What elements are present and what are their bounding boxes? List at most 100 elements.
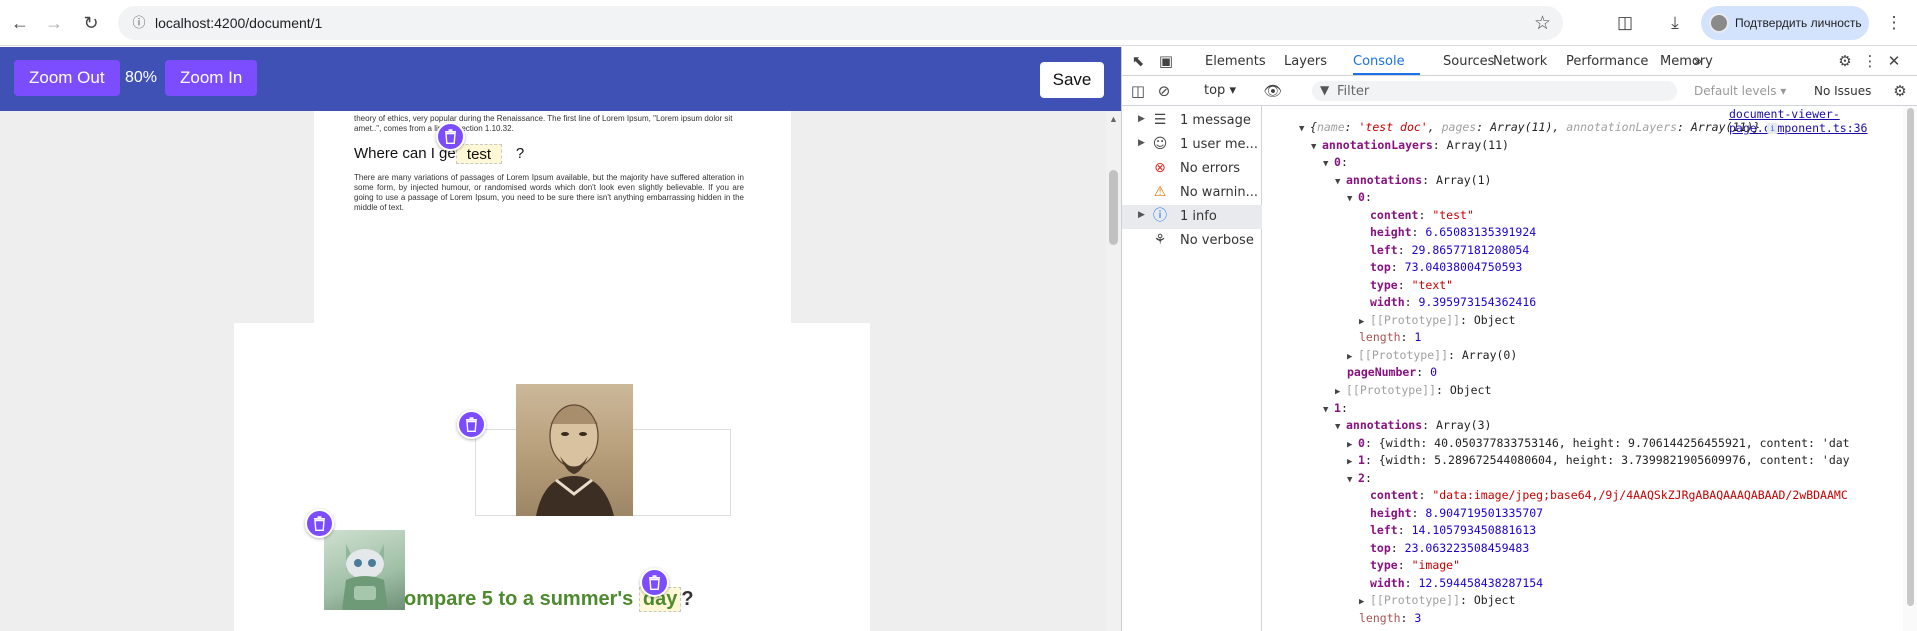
info-icon: ⓘ: [1153, 208, 1167, 224]
expand-arrow-icon[interactable]: ▶: [1359, 317, 1370, 327]
console-scrollbar[interactable]: [1903, 106, 1917, 631]
url-text[interactable]: localhost:4200/document/1: [155, 15, 322, 31]
shakespeare-portrait-image[interactable]: [516, 384, 633, 516]
expand-arrow-icon[interactable]: ▶: [1335, 387, 1346, 397]
expand-arrow-icon[interactable]: ▶: [1347, 352, 1358, 362]
tree-row: type: "image": [1370, 558, 1461, 572]
profile-button[interactable]: Подтвердить личность: [1701, 6, 1869, 40]
tree-row[interactable]: ▼ annotationLayers: Array(11): [1311, 138, 1509, 152]
sidebar-item-verbose[interactable]: ⚘ No verbose: [1122, 229, 1262, 253]
tree-row[interactable]: ▶ [[Prototype]]: Object: [1359, 593, 1515, 607]
sidebar-item-label: 1 info: [1180, 209, 1217, 224]
expand-arrow-icon[interactable]: ▶: [1138, 210, 1145, 220]
tree-row[interactable]: ▼ 1:: [1323, 401, 1348, 415]
collapse-arrow-icon[interactable]: ▼: [1335, 422, 1346, 432]
collapse-arrow-icon[interactable]: ▼: [1299, 124, 1310, 134]
collapse-arrow-icon[interactable]: ▼: [1347, 194, 1358, 204]
close-devtools-icon[interactable]: ✕: [1884, 51, 1904, 71]
reload-icon[interactable]: ↻: [79, 11, 103, 35]
more-tabs-icon[interactable]: »: [1688, 51, 1708, 71]
delete-annotation-button[interactable]: [640, 568, 669, 597]
tab-console[interactable]: Console: [1353, 54, 1405, 69]
viewer-scrollbar[interactable]: ▲: [1106, 112, 1121, 631]
sidebar-item-label: 1 message: [1180, 113, 1251, 128]
forward-icon[interactable]: →: [42, 11, 66, 35]
tree-row[interactable]: ▼ annotations: Array(1): [1335, 173, 1491, 187]
chrome-menu-icon[interactable]: ⋮: [1882, 11, 1906, 35]
console-toolbar: ◫ ⊘ top ▾ 👁 ▼ Filter Default levels ▾ No…: [1122, 76, 1917, 106]
sidebar-item-warnings[interactable]: ⚠ No warnin...: [1122, 181, 1262, 205]
clear-console-icon[interactable]: ⊘: [1154, 81, 1174, 101]
sidebar-toggle-icon[interactable]: ◫: [1128, 81, 1148, 101]
document-viewport[interactable]: theory of ethics, very popular during th…: [0, 111, 1121, 631]
sidebar-item-info[interactable]: ▶ ⓘ 1 info: [1122, 205, 1262, 229]
console-output[interactable]: document-viewer-page.component.ts:36 ▼ {n…: [1263, 106, 1903, 631]
console-scroll-thumb[interactable]: [1907, 108, 1914, 606]
zoom-in-button[interactable]: Zoom In: [165, 60, 258, 96]
scroll-up-icon[interactable]: ▲: [1109, 114, 1118, 124]
collapse-arrow-icon[interactable]: ▼: [1347, 475, 1358, 485]
expand-arrow-icon[interactable]: ▶: [1138, 138, 1145, 148]
trash-icon: [466, 417, 477, 432]
viewer-scroll-thumb[interactable]: [1109, 170, 1118, 245]
delete-annotation-button[interactable]: [457, 410, 486, 439]
save-button[interactable]: Save: [1040, 62, 1104, 98]
bookmark-star-icon[interactable]: ☆: [1534, 12, 1551, 35]
sidebar-item-errors[interactable]: ⊗ No errors: [1122, 157, 1262, 181]
live-expression-eye-icon[interactable]: 👁: [1263, 81, 1283, 101]
tree-row[interactable]: ▶ 1: {width: 5.289672544080604, height: 3…: [1347, 453, 1850, 467]
tree-row[interactable]: ▶ [[Prototype]]: Array(0): [1347, 348, 1517, 362]
info-badge-icon[interactable]: i: [1767, 123, 1779, 134]
tree-row[interactable]: ▼ 2:: [1347, 471, 1372, 485]
expand-arrow-icon[interactable]: ▶: [1138, 114, 1145, 124]
tab-elements[interactable]: Elements: [1205, 54, 1266, 69]
devtools-menu-icon[interactable]: ⋮: [1860, 51, 1880, 71]
expand-arrow-icon[interactable]: ▶: [1347, 440, 1358, 450]
collapse-arrow-icon[interactable]: ▼: [1311, 142, 1322, 152]
tab-network[interactable]: Network: [1493, 54, 1547, 69]
tree-row[interactable]: ▼ annotations: Array(3): [1335, 418, 1491, 432]
text-annotation[interactable]: test: [456, 144, 502, 164]
sidebar-item-messages[interactable]: ▶ ☰ 1 message: [1122, 109, 1262, 133]
tab-performance[interactable]: Performance: [1566, 54, 1648, 69]
device-toolbar-icon[interactable]: ▣: [1156, 51, 1176, 71]
extensions-icon[interactable]: ◫: [1613, 11, 1637, 35]
sidebar-item-user-messages[interactable]: ▶ ☺ 1 user me...: [1122, 133, 1262, 157]
tree-row[interactable]: ▶ [[Prototype]]: Object: [1335, 383, 1491, 397]
console-filter-input[interactable]: ▼ Filter: [1312, 81, 1677, 101]
site-info-icon[interactable]: ⓘ: [131, 15, 147, 31]
back-icon[interactable]: ←: [8, 11, 32, 35]
inspect-element-icon[interactable]: ⬉: [1128, 51, 1148, 71]
cat-image-annotation[interactable]: [324, 530, 405, 610]
issues-counter[interactable]: No Issues: [1814, 84, 1871, 98]
context-selector[interactable]: top ▾: [1204, 83, 1236, 98]
document-page-1: theory of ethics, very popular during th…: [314, 111, 791, 323]
address-bar[interactable]: ⓘ localhost:4200/document/1 ☆: [118, 6, 1563, 40]
expand-arrow-icon[interactable]: ▶: [1347, 457, 1358, 467]
page1-heading-tail: ?: [515, 145, 525, 162]
log-object-summary[interactable]: ▼ {name: 'test doc', pages: Array(11), an…: [1299, 120, 1779, 134]
collapse-arrow-icon[interactable]: ▼: [1323, 159, 1334, 169]
tree-row[interactable]: ▶ [[Prototype]]: Object: [1359, 313, 1515, 327]
tab-sources[interactable]: Sources: [1443, 54, 1494, 69]
filter-icon: ▼: [1320, 83, 1330, 97]
tree-row[interactable]: ▼ 0:: [1347, 190, 1372, 204]
delete-annotation-button[interactable]: [436, 122, 465, 151]
collapse-arrow-icon[interactable]: ▼: [1323, 405, 1334, 415]
console-sidebar: ▶ ☰ 1 message ▶ ☺ 1 user me... ⊗ No erro…: [1122, 106, 1262, 631]
zoom-out-button[interactable]: Zoom Out: [14, 60, 120, 96]
tab-layers[interactable]: Layers: [1284, 54, 1327, 69]
console-settings-icon[interactable]: ⚙: [1890, 81, 1910, 101]
tree-row: left: 29.86577181208054: [1370, 243, 1530, 257]
tree-row: height: 6.65083135391924: [1370, 225, 1537, 239]
tree-row: width: 9.395973154362416: [1370, 295, 1537, 309]
download-icon[interactable]: ⤓: [1663, 11, 1687, 35]
tree-row[interactable]: ▼ 0:: [1323, 155, 1348, 169]
tree-row[interactable]: ▶ 0: {width: 40.050377833753146, height: …: [1347, 436, 1850, 450]
collapse-arrow-icon[interactable]: ▼: [1335, 177, 1346, 187]
settings-gear-icon[interactable]: ⚙: [1835, 51, 1855, 71]
page1-intro-text: theory of ethics, very popular during th…: [354, 114, 733, 133]
log-levels-dropdown[interactable]: Default levels ▾: [1694, 84, 1786, 98]
delete-annotation-button[interactable]: [305, 509, 334, 538]
expand-arrow-icon[interactable]: ▶: [1359, 597, 1370, 607]
